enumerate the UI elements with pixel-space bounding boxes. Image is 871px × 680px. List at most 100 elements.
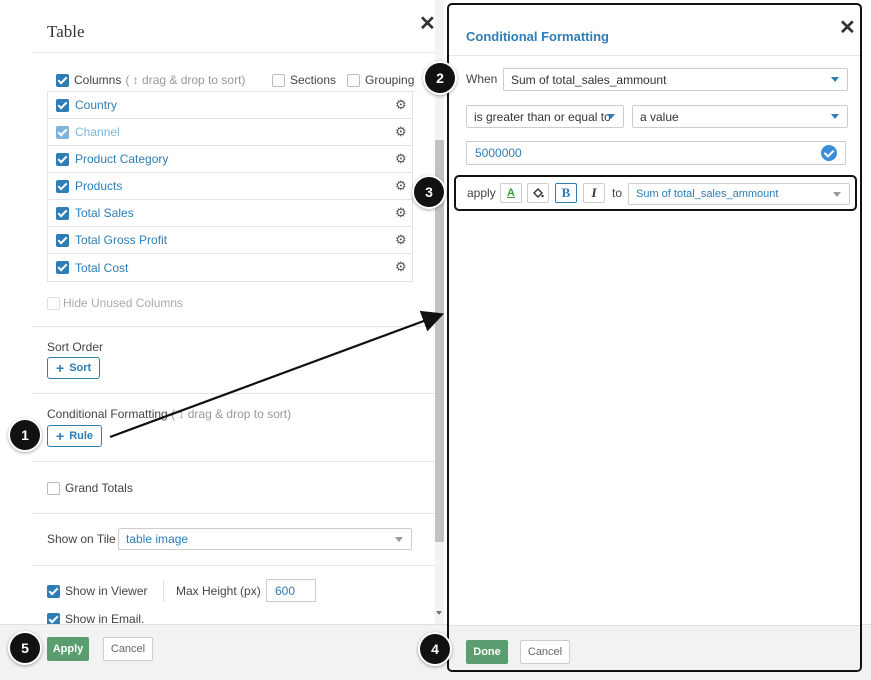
hide-unused-toggle[interactable]: Hide Unused Columns	[47, 296, 183, 310]
scroll-down-icon[interactable]	[436, 611, 442, 615]
bold-icon: B	[561, 185, 571, 200]
chevron-down-icon	[395, 537, 403, 542]
column-row-total-cost[interactable]: Total Cost ⚙	[48, 254, 412, 281]
callout-2: 2	[425, 63, 455, 93]
column-name: Total Sales	[75, 206, 134, 220]
show-in-viewer-label: Show in Viewer	[65, 584, 148, 598]
columns-toggle[interactable]: Columns ( ↕ drag & drop to sort)	[56, 73, 245, 87]
gear-icon[interactable]: ⚙	[395, 260, 408, 273]
column-checkbox[interactable]	[56, 98, 69, 112]
operator-select[interactable]: is greater than or equal to	[466, 105, 624, 128]
italic-button[interactable]: I	[583, 183, 605, 203]
callout-1: 1	[10, 420, 40, 450]
column-checkbox[interactable]	[56, 233, 69, 247]
cancel-button[interactable]: Cancel	[103, 637, 153, 661]
column-checkbox[interactable]	[56, 152, 69, 166]
screenshot-stage: Table ✕ Columns ( ↕ drag & drop to sort)…	[0, 0, 871, 680]
bold-button[interactable]: B	[555, 183, 577, 203]
show-in-viewer-checkbox[interactable]	[47, 584, 60, 598]
sort-button-label: Sort	[69, 362, 92, 374]
gear-icon[interactable]: ⚙	[395, 152, 408, 165]
done-button[interactable]: Done	[466, 640, 508, 664]
gear-icon[interactable]: ⚙	[395, 179, 408, 192]
italic-icon: I	[591, 185, 597, 200]
sort-order-label: Sort Order	[47, 340, 104, 354]
value-text: 5000000	[475, 146, 522, 160]
column-row-country[interactable]: Country ⚙	[48, 92, 412, 119]
when-field-select[interactable]: Sum of total_sales_ammount	[503, 68, 848, 91]
fill-color-button[interactable]	[527, 183, 549, 203]
chevron-down-icon	[831, 77, 839, 82]
compare-type-select[interactable]: a value	[632, 105, 848, 128]
column-checkbox[interactable]	[56, 125, 69, 139]
close-icon[interactable]: ✕	[419, 14, 436, 34]
cancel-button[interactable]: Cancel	[520, 640, 570, 664]
grouping-toggle[interactable]: Grouping	[347, 73, 414, 87]
divider	[163, 580, 164, 602]
callout-4: 4	[420, 634, 450, 664]
divider	[32, 513, 435, 514]
column-name: Channel	[75, 125, 120, 139]
to-label: to	[612, 186, 623, 200]
when-field-value: Sum of total_sales_ammount	[511, 72, 667, 87]
column-row-product-category[interactable]: Product Category ⚙	[48, 146, 412, 173]
column-row-channel[interactable]: Channel ⚙	[48, 119, 412, 146]
apply-button[interactable]: Apply	[47, 637, 89, 661]
gear-icon[interactable]: ⚙	[395, 98, 408, 111]
max-height-input[interactable]: 600	[266, 579, 316, 602]
compare-type-value: a value	[640, 109, 679, 124]
column-checkbox[interactable]	[56, 261, 69, 274]
column-row-products[interactable]: Products ⚙	[48, 173, 412, 200]
hide-unused-label: Hide Unused Columns	[63, 296, 184, 310]
gear-icon[interactable]: ⚙	[395, 206, 408, 219]
right-footer: Done Cancel	[449, 625, 860, 670]
columns-label: Columns	[74, 73, 122, 87]
add-sort-button[interactable]: + Sort	[47, 357, 101, 379]
grouping-checkbox[interactable]	[347, 73, 360, 87]
sections-checkbox[interactable]	[272, 73, 285, 87]
sections-toggle[interactable]: Sections	[272, 73, 336, 87]
column-name: Total Gross Profit	[75, 233, 168, 247]
column-row-total-sales[interactable]: Total Sales ⚙	[48, 200, 412, 227]
add-rule-button[interactable]: + Rule	[47, 425, 103, 447]
grand-totals-toggle[interactable]: Grand Totals	[47, 481, 133, 495]
grand-totals-checkbox[interactable]	[47, 481, 60, 495]
rule-button-label: Rule	[69, 430, 94, 442]
columns-checkbox[interactable]	[56, 73, 69, 87]
grouping-label: Grouping	[365, 73, 415, 87]
apply-label: apply	[467, 186, 496, 200]
columns-hint: ( ↕ drag & drop to sort)	[125, 73, 246, 87]
hide-unused-checkbox[interactable]	[47, 296, 60, 310]
checkmark-icon	[821, 145, 837, 161]
callout-5: 5	[10, 633, 40, 663]
paint-bucket-icon	[533, 188, 544, 198]
target-field-select[interactable]: Sum of total_sales_ammount	[628, 183, 850, 205]
show-in-viewer-toggle[interactable]: Show in Viewer	[47, 584, 148, 598]
plus-icon: +	[56, 360, 65, 376]
divider	[32, 461, 435, 462]
column-name: Country	[75, 98, 118, 112]
column-checkbox[interactable]	[56, 206, 69, 220]
show-on-tile-value: table image	[126, 532, 189, 546]
text-color-button[interactable]: A	[500, 183, 522, 203]
operator-value: is greater than or equal to	[474, 109, 611, 124]
column-checkbox[interactable]	[56, 179, 69, 193]
divider	[32, 326, 435, 327]
column-name: Total Cost	[75, 260, 129, 275]
max-height-value: 600	[275, 583, 296, 598]
close-icon[interactable]: ✕	[839, 18, 856, 38]
divider	[449, 55, 860, 56]
chevron-down-icon	[833, 192, 841, 197]
column-row-total-gross-profit[interactable]: Total Gross Profit ⚙	[48, 227, 412, 254]
max-height-label: Max Height (px)	[176, 584, 261, 598]
value-input[interactable]: 5000000	[466, 141, 846, 165]
conditional-formatting-panel: Conditional Formatting ✕ When Sum of tot…	[447, 3, 862, 672]
gear-icon[interactable]: ⚙	[395, 233, 408, 246]
chevron-down-icon	[607, 114, 615, 119]
gear-icon[interactable]: ⚙	[395, 125, 408, 138]
columns-list: Country ⚙ Channel ⚙ Product Category ⚙ P…	[47, 91, 413, 282]
cond-format-hint: ( ↕ drag & drop to sort)	[171, 407, 292, 421]
show-on-tile-label: Show on Tile	[47, 532, 116, 546]
show-on-tile-select[interactable]: table image	[118, 528, 412, 550]
divider	[32, 565, 435, 566]
